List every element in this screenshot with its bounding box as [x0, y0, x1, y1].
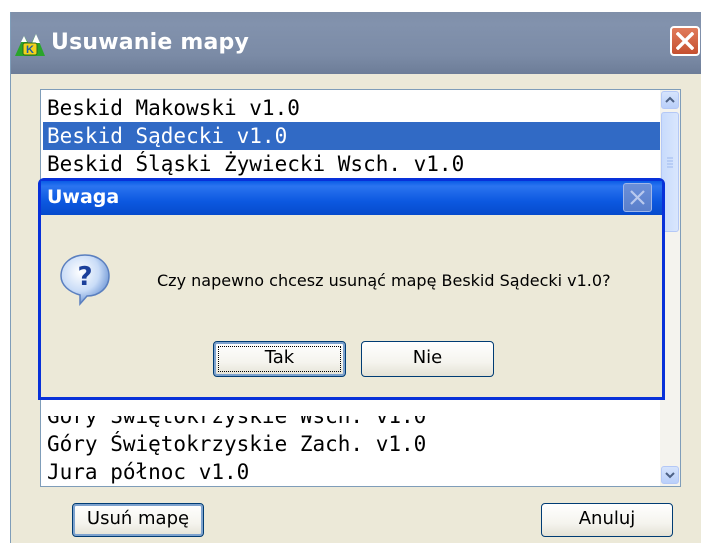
svg-text:?: ? [77, 262, 92, 292]
list-item[interactable]: Góry Świętokrzyskie Zach. v1.0 [43, 430, 670, 458]
close-icon [676, 32, 694, 50]
list-item[interactable]: Jura północ v1.0 [43, 458, 670, 486]
question-icon: ? [60, 254, 110, 306]
scroll-up-button[interactable] [661, 91, 679, 109]
confirm-dialog: Uwaga ? Czy napewno chcesz usunąć mapę B… [38, 178, 665, 400]
cancel-button[interactable]: Anuluj [541, 503, 673, 537]
chevron-up-icon [665, 96, 675, 103]
title-bar[interactable]: K Usuwanie mapy [11, 12, 701, 74]
remove-map-button[interactable]: Usuń mapę [72, 503, 204, 537]
yes-button[interactable]: Tak [213, 341, 346, 377]
list-item[interactable]: Góry Świętokrzyskie Wsch. v1.0 [43, 416, 670, 430]
svg-text:K: K [26, 44, 34, 56]
list-item[interactable]: Beskid Śląski Żywiecki Wsch. v1.0 [43, 150, 670, 178]
dialog-title: Uwaga [47, 186, 120, 208]
k-mountain-logo-icon: K [15, 34, 45, 56]
window-title: Usuwanie mapy [51, 30, 250, 55]
chevron-down-icon [665, 472, 675, 479]
dialog-title-bar[interactable]: Uwaga [41, 181, 662, 215]
focus-rectangle [218, 346, 341, 372]
dialog-message: Czy napewno chcesz usunąć mapę Beskid Są… [157, 271, 611, 290]
list-item[interactable]: Beskid Makowski v1.0 [43, 94, 670, 122]
scroll-down-button[interactable] [661, 466, 679, 484]
dialog-close-button[interactable] [623, 183, 652, 212]
no-button[interactable]: Nie [361, 341, 494, 377]
close-button[interactable] [670, 26, 700, 56]
list-item-selected[interactable]: Beskid Sądecki v1.0 [43, 122, 670, 150]
close-icon [630, 190, 645, 205]
